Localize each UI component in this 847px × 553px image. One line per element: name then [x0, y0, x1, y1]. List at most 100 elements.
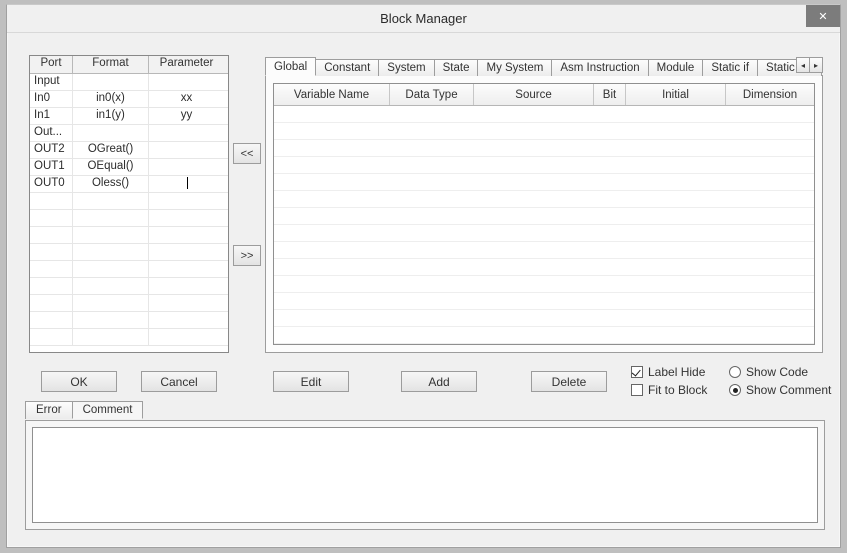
port-cell-port: In1: [30, 108, 73, 124]
port-cell-parameter: [149, 193, 224, 209]
port-cell-format: OEqual(): [73, 159, 149, 175]
port-row[interactable]: In1in1(y)yy: [30, 108, 228, 125]
port-cell-format: Oless(): [73, 176, 149, 192]
cancel-label: Cancel: [160, 375, 197, 389]
port-row[interactable]: [30, 295, 228, 312]
port-cell-port: OUT0: [30, 176, 73, 192]
port-cell-port: [30, 329, 73, 345]
port-row[interactable]: OUT1OEqual(): [30, 159, 228, 176]
port-cell-port: In0: [30, 91, 73, 107]
triangle-left-icon: ◂: [801, 61, 805, 70]
port-row[interactable]: [30, 227, 228, 244]
grid-row: [274, 140, 814, 157]
tab-scroll-right[interactable]: ▸: [809, 57, 823, 73]
port-cell-parameter: [149, 329, 224, 345]
bottom-tab[interactable]: Comment: [72, 401, 144, 419]
move-right-button[interactable]: >>: [233, 245, 261, 266]
port-row[interactable]: [30, 312, 228, 329]
bottom-tab[interactable]: Error: [25, 401, 73, 419]
port-row[interactable]: Out...: [30, 125, 228, 142]
show-comment-radio[interactable]: Show Comment: [729, 383, 839, 397]
port-row[interactable]: Input: [30, 74, 228, 91]
grid-row: [274, 293, 814, 310]
grid-header-datatype: Data Type: [390, 84, 474, 105]
add-button[interactable]: Add: [401, 371, 477, 392]
port-cell-parameter: [149, 125, 224, 141]
variable-tab[interactable]: State: [434, 59, 479, 76]
variable-grid-body: [274, 106, 814, 344]
port-header-format: Format: [73, 56, 149, 73]
port-cell-port: Input: [30, 74, 73, 90]
move-left-button[interactable]: <<: [233, 143, 261, 164]
edit-label: Edit: [301, 375, 322, 389]
port-cell-format: [73, 74, 149, 90]
close-icon: ✕: [818, 10, 827, 23]
close-button[interactable]: ✕: [806, 5, 840, 27]
port-cell-parameter: [149, 312, 224, 328]
port-row[interactable]: [30, 244, 228, 261]
port-cell-port: OUT2: [30, 142, 73, 158]
grid-row: [274, 327, 814, 344]
variable-tab[interactable]: System: [378, 59, 434, 76]
show-code-radio[interactable]: Show Code: [729, 365, 827, 379]
port-row[interactable]: OUT0Oless(): [30, 176, 228, 193]
bottom-tabs: ErrorComment: [25, 401, 142, 419]
port-table[interactable]: Port Format Parameter InputIn0in0(x)xxIn…: [29, 55, 229, 353]
port-row[interactable]: [30, 278, 228, 295]
tab-scroll-left[interactable]: ◂: [796, 57, 810, 73]
port-cell-port: [30, 193, 73, 209]
variable-tab[interactable]: Module: [648, 59, 704, 76]
grid-row: [274, 259, 814, 276]
label-hide-checkbox[interactable]: Label Hide: [631, 365, 729, 379]
port-cell-port: [30, 295, 73, 311]
bottom-panel: [25, 420, 825, 530]
dialog-body: Port Format Parameter InputIn0in0(x)xxIn…: [7, 33, 840, 547]
port-cell-parameter: xx: [149, 91, 224, 107]
port-cell-parameter: [149, 176, 224, 192]
variable-pane: GlobalConstantSystemStateMy SystemAsm In…: [265, 55, 823, 355]
port-cell-parameter: [149, 278, 224, 294]
checkbox-icon: [631, 366, 643, 378]
port-cell-format: [73, 295, 149, 311]
grid-row: [274, 310, 814, 327]
radio-icon: [729, 384, 741, 396]
variable-tab[interactable]: My System: [477, 59, 552, 76]
port-table-header: Port Format Parameter: [30, 56, 228, 74]
port-row[interactable]: OUT2OGreat(): [30, 142, 228, 159]
grid-header-source: Source: [474, 84, 594, 105]
grid-row: [274, 191, 814, 208]
grid-row: [274, 242, 814, 259]
port-cell-parameter: [149, 159, 224, 175]
label-hide-text: Label Hide: [648, 365, 705, 379]
port-cell-parameter: [149, 227, 224, 243]
port-cell-parameter: [149, 261, 224, 277]
port-cell-parameter: [149, 142, 224, 158]
port-cell-parameter: [149, 295, 224, 311]
add-label: Add: [428, 375, 449, 389]
variable-grid[interactable]: Variable Name Data Type Source Bit Initi…: [273, 83, 815, 345]
port-cell-format: [73, 278, 149, 294]
port-row[interactable]: [30, 210, 228, 227]
port-cell-format: [73, 244, 149, 260]
port-row[interactable]: [30, 329, 228, 346]
checkbox-icon: [631, 384, 643, 396]
cancel-button[interactable]: Cancel: [141, 371, 217, 392]
port-row[interactable]: In0in0(x)xx: [30, 91, 228, 108]
port-row[interactable]: [30, 261, 228, 278]
grid-header-variable: Variable Name: [274, 84, 390, 105]
variable-tab[interactable]: Global: [265, 57, 316, 76]
variable-tab[interactable]: Asm Instruction: [551, 59, 648, 76]
show-comment-text: Show Comment: [746, 383, 831, 397]
port-row[interactable]: [30, 193, 228, 210]
delete-button[interactable]: Delete: [531, 371, 607, 392]
variable-tab[interactable]: Constant: [315, 59, 379, 76]
comment-textarea[interactable]: [32, 427, 818, 523]
chevron-left-icon: <<: [241, 148, 254, 160]
variable-tab[interactable]: Static if: [702, 59, 758, 76]
fit-to-block-checkbox[interactable]: Fit to Block: [631, 383, 729, 397]
ok-button[interactable]: OK: [41, 371, 117, 392]
edit-button[interactable]: Edit: [273, 371, 349, 392]
triangle-right-icon: ▸: [814, 61, 818, 70]
port-cell-format: [73, 312, 149, 328]
window-title: Block Manager: [380, 11, 467, 26]
